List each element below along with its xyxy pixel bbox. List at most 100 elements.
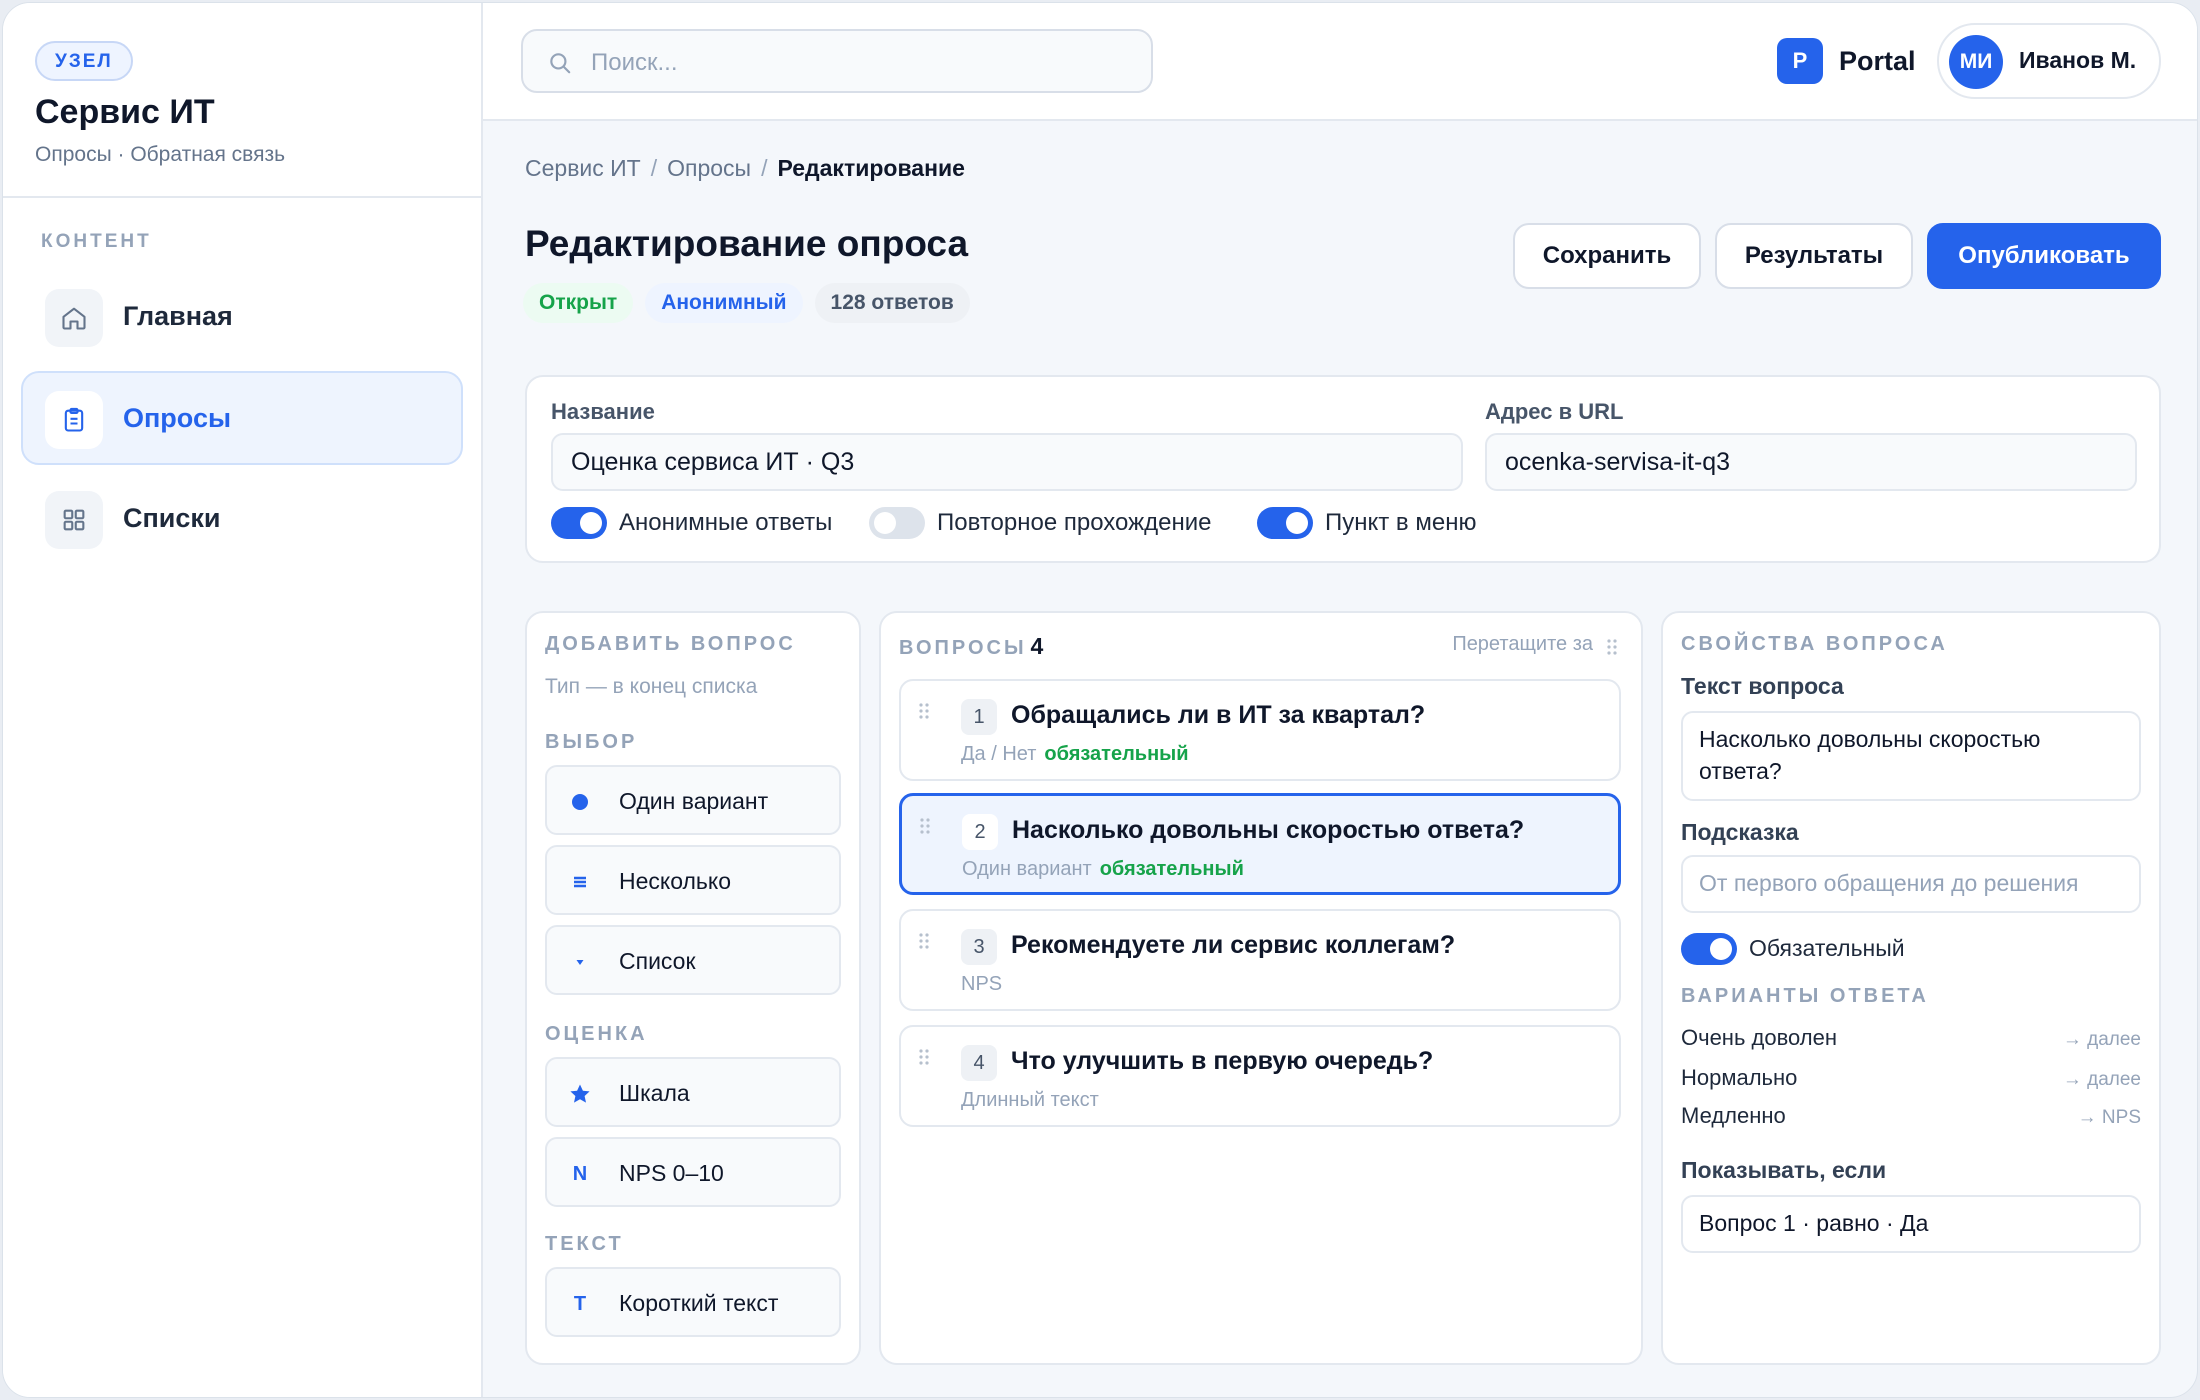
repeat-toggle-label: Повторное прохождение (937, 509, 1212, 536)
question-text: Что улучшить в первую очередь? (1011, 1047, 1434, 1075)
question-meta: Длинный текст (961, 1089, 1099, 1111)
responses-count-badge: 128 ответов (814, 283, 970, 323)
hint-label: Подсказка (1681, 819, 1799, 845)
question-meta: NPS (961, 973, 1003, 995)
publish-button[interactable]: Опубликовать (1927, 223, 2161, 289)
question-row[interactable]: 4 Что улучшить в первую очередь? Длинный… (899, 1025, 1621, 1127)
topbar: Поиск... P Portal МИ Иванов М. (483, 3, 2197, 121)
results-button[interactable]: Результаты (1715, 223, 1913, 289)
required-toggle[interactable] (1681, 933, 1737, 965)
question-text-field[interactable]: Насколько довольны скоростью ответа? (1681, 711, 2141, 801)
hint-field[interactable]: От первого обращения до решения (1681, 855, 2141, 913)
breadcrumb-current: Редактирование (777, 155, 965, 181)
type-label: Один вариант (619, 788, 769, 814)
question-text-label: Текст вопроса (1681, 673, 1844, 699)
breadcrumb: Сервис ИТ / Опросы / Редактирование (525, 155, 965, 182)
question-meta: Один вариант обязательный (962, 858, 1244, 880)
question-row-selected[interactable]: 2 Насколько довольны скоростью ответа? О… (899, 793, 1621, 895)
answer-option-label: Нормально (1681, 1065, 1798, 1090)
status-badge-anonymous: Анонимный (645, 283, 803, 323)
drag-handle-icon[interactable] (917, 701, 931, 721)
answer-option-label: Очень доволен (1681, 1025, 1838, 1050)
add-multiple-choice-button[interactable]: Несколько (545, 845, 841, 915)
sidebar-brand: УЗЕЛ Сервис ИТ Опросы · Обратная связь (3, 3, 481, 198)
sidebar-item-label: Списки (123, 503, 221, 533)
question-text: Насколько довольны скоростью ответа? (1012, 816, 1525, 844)
question-text: Рекомендуете ли сервис коллегам? (1011, 931, 1456, 959)
grid-icon (45, 491, 103, 549)
user-name: Иванов М. (2019, 47, 2137, 73)
status-badges: Открыт Анонимный 128 ответов (523, 283, 970, 323)
sidebar-item-label: Главная (123, 301, 233, 331)
app-window: УЗЕЛ Сервис ИТ Опросы · Обратная связь К… (2, 2, 2198, 1398)
add-single-choice-button[interactable]: Один вариант (545, 765, 841, 835)
repeat-toggle[interactable] (869, 507, 925, 539)
required-tag: обязательный (1099, 858, 1244, 880)
letter-t-icon: T (573, 1292, 587, 1315)
question-number: 4 (961, 1045, 997, 1081)
answer-option-branch: → далее (2062, 1069, 2141, 1090)
sidebar-item-home[interactable]: Главная (21, 269, 463, 363)
drag-handle-icon[interactable] (918, 816, 932, 836)
site-title: Сервис ИТ (35, 93, 215, 131)
questions-count: 4 (1030, 633, 1044, 659)
type-label: Список (619, 948, 696, 974)
list-lines-icon (565, 867, 595, 897)
nav-section-heading: КОНТЕНТ (41, 231, 152, 252)
letter-n-icon: N (572, 1162, 588, 1185)
survey-name-field[interactable]: Оценка сервиса ИТ · Q3 (551, 433, 1463, 491)
anonymous-toggle-label: Анонимные ответы (619, 509, 833, 536)
question-row[interactable]: 3 Рекомендуете ли сервис коллегам? NPS (899, 909, 1621, 1011)
anonymous-toggle[interactable] (551, 507, 607, 539)
drag-handle-icon[interactable] (917, 931, 931, 951)
question-number: 2 (962, 814, 998, 850)
portal-link[interactable]: P Portal (1777, 37, 1916, 85)
add-question-heading: ДОБАВИТЬ ВОПРОС (545, 633, 796, 655)
answer-option-branch: → далее (2062, 1029, 2141, 1050)
group-heading-rating: ОЦЕНКА (545, 1023, 648, 1045)
add-dropdown-button[interactable]: Список (545, 925, 841, 995)
portal-logo-icon: P (1777, 38, 1823, 84)
add-nps-button[interactable]: N NPS 0–10 (545, 1137, 841, 1207)
required-tag: обязательный (1044, 743, 1189, 765)
drag-hint: Перетащите за (1452, 633, 1593, 655)
user-menu[interactable]: МИ Иванов М. (1937, 23, 2161, 99)
question-row[interactable]: 1 Обращались ли в ИТ за квартал? Да / Не… (899, 679, 1621, 781)
search-icon (550, 53, 571, 74)
type-label: Короткий текст (619, 1290, 779, 1316)
answer-option[interactable]: Очень доволен → далее (1681, 1025, 2141, 1059)
group-heading-choice: ВЫБОР (545, 731, 638, 753)
menu-item-toggle-label: Пункт в меню (1325, 509, 1477, 536)
answer-option[interactable]: Нормально → далее (1681, 1065, 2141, 1099)
add-short-text-button[interactable]: T Короткий текст (545, 1267, 841, 1337)
search-input[interactable]: Поиск... (521, 29, 1153, 93)
home-icon (45, 289, 103, 347)
required-toggle-label: Обязательный (1749, 935, 1905, 961)
sidebar-item-surveys[interactable]: Опросы (21, 371, 463, 465)
portal-name: Portal (1839, 45, 1916, 76)
sidebar-item-label: Опросы (123, 403, 232, 433)
group-heading-text: ТЕКСТ (545, 1233, 624, 1255)
question-number: 3 (961, 929, 997, 965)
answer-option-label: Медленно (1681, 1103, 1786, 1128)
condition-field[interactable]: Вопрос 1 · равно · Да (1681, 1195, 2141, 1253)
drag-handle-icon[interactable] (917, 1047, 931, 1067)
add-question-panel: ДОБАВИТЬ ВОПРОС Тип — в конец списка ВЫБ… (525, 611, 861, 1365)
breadcrumb-item[interactable]: Опросы (667, 155, 751, 181)
save-button[interactable]: Сохранить (1513, 223, 1701, 289)
sidebar-item-lists[interactable]: Списки (21, 471, 463, 565)
name-label: Название (551, 399, 655, 424)
site-subtitle: Опросы · Обратная связь (35, 143, 286, 166)
url-label: Адрес в URL (1485, 399, 1624, 424)
survey-url-field[interactable]: ocenka-servisa-it-q3 (1485, 433, 2137, 491)
answer-option[interactable]: Медленно → NPS (1681, 1103, 2141, 1137)
answer-options-heading: ВАРИАНТЫ ОТВЕТА (1681, 985, 1929, 1007)
sidebar: УЗЕЛ Сервис ИТ Опросы · Обратная связь К… (3, 3, 483, 1397)
status-badge-open: Открыт (523, 283, 634, 323)
type-label: Шкала (619, 1080, 690, 1106)
survey-settings-card: Название Оценка сервиса ИТ · Q3 Адрес в … (525, 375, 2161, 563)
menu-item-toggle[interactable] (1257, 507, 1313, 539)
question-properties-panel: СВОЙСТВА ВОПРОСА Текст вопроса Насколько… (1661, 611, 2161, 1365)
breadcrumb-item[interactable]: Сервис ИТ (525, 155, 641, 181)
add-scale-button[interactable]: Шкала (545, 1057, 841, 1127)
